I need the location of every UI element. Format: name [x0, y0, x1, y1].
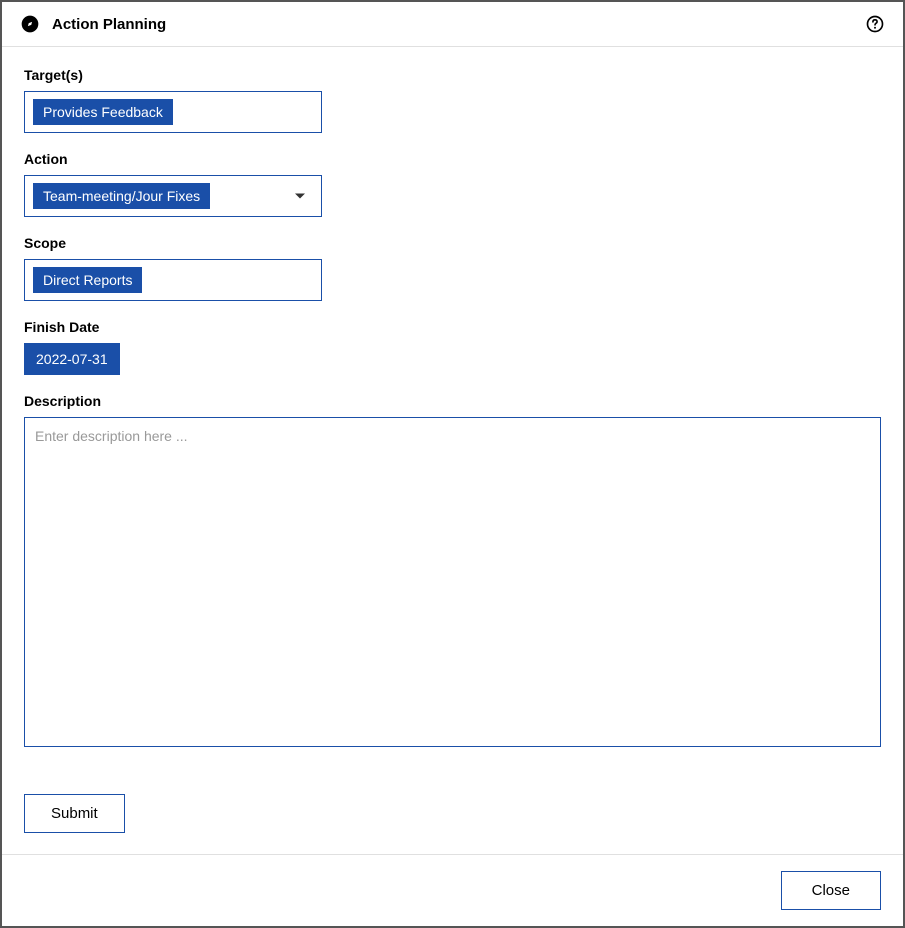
scope-field: Scope Direct Reports: [24, 235, 881, 301]
form-body: Target(s) Provides Feedback Action Team-…: [2, 47, 903, 854]
description-label: Description: [24, 393, 881, 409]
dialog-title: Action Planning: [52, 16, 166, 33]
description-textarea[interactable]: [24, 417, 881, 747]
action-field: Action Team-meeting/Jour Fixes: [24, 151, 881, 217]
action-chip[interactable]: Team-meeting/Jour Fixes: [33, 183, 210, 209]
targets-field: Target(s) Provides Feedback: [24, 67, 881, 133]
help-icon[interactable]: [865, 14, 885, 34]
finish-date-value[interactable]: 2022-07-31: [24, 343, 120, 375]
action-label: Action: [24, 151, 881, 167]
compass-icon: [20, 14, 40, 34]
dialog-footer: Close: [2, 854, 903, 926]
scope-label: Scope: [24, 235, 881, 251]
dialog-header: Action Planning: [2, 2, 903, 47]
action-dropdown[interactable]: Team-meeting/Jour Fixes: [24, 175, 322, 217]
targets-chip[interactable]: Provides Feedback: [33, 99, 173, 125]
scope-input[interactable]: Direct Reports: [24, 259, 322, 301]
submit-button[interactable]: Submit: [24, 794, 125, 833]
chevron-down-icon: [295, 194, 305, 199]
finish-date-field: Finish Date 2022-07-31: [24, 319, 881, 375]
close-button[interactable]: Close: [781, 871, 881, 910]
description-field: Description: [24, 393, 881, 752]
scope-chip[interactable]: Direct Reports: [33, 267, 142, 293]
targets-input[interactable]: Provides Feedback: [24, 91, 322, 133]
finish-date-label: Finish Date: [24, 319, 881, 335]
targets-label: Target(s): [24, 67, 881, 83]
